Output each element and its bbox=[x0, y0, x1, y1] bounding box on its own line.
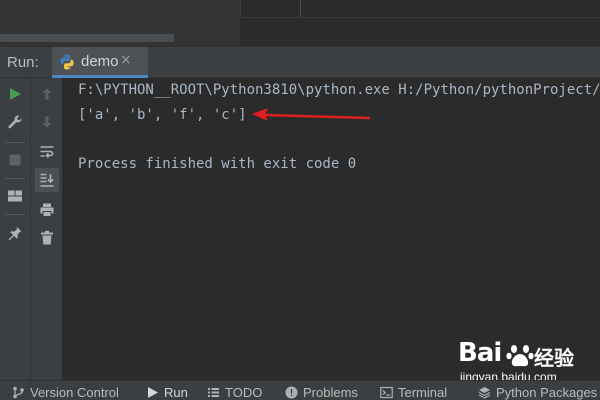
run-secondary-toolbar bbox=[31, 78, 63, 380]
console-line-command: F:\PYTHON__ROOT\Python3810\python.exe H:… bbox=[78, 82, 600, 98]
stop-button[interactable] bbox=[3, 148, 27, 172]
clear-all-button[interactable] bbox=[35, 226, 59, 250]
pin-button[interactable] bbox=[3, 221, 27, 245]
up-arrow-icon bbox=[42, 88, 52, 100]
soft-wrap-icon bbox=[40, 146, 54, 159]
tool-window-label: Problems bbox=[303, 385, 358, 400]
toolbar-separator bbox=[5, 178, 25, 179]
console-line-exit: Process finished with exit code 0 bbox=[78, 156, 357, 172]
annotation-arrow-icon bbox=[252, 108, 371, 121]
tool-window-version-control[interactable]: Version Control bbox=[12, 385, 119, 400]
warning-icon bbox=[285, 386, 298, 399]
toolbar-separator bbox=[5, 142, 25, 143]
print-icon bbox=[40, 203, 54, 217]
tool-window-label: Version Control bbox=[30, 385, 119, 400]
stop-icon bbox=[9, 154, 21, 166]
tool-window-label: Run bbox=[164, 385, 188, 400]
editor-divider bbox=[300, 0, 301, 17]
paw-icon bbox=[506, 345, 534, 367]
close-icon[interactable]: × bbox=[120, 52, 132, 68]
tool-window-python-packages[interactable]: Python Packages bbox=[478, 385, 597, 400]
toolbar-separator bbox=[5, 214, 25, 215]
bottom-tool-bar: Version Control Run TODO Problems Termin… bbox=[0, 380, 600, 400]
print-button[interactable] bbox=[35, 198, 59, 222]
rerun-button[interactable] bbox=[3, 82, 27, 106]
editor-divider bbox=[240, 17, 600, 18]
settings-button[interactable] bbox=[3, 110, 27, 134]
terminal-icon bbox=[380, 386, 393, 399]
tool-window-label: Python Packages bbox=[496, 385, 598, 400]
tool-window-todo[interactable]: TODO bbox=[207, 385, 262, 400]
run-primary-toolbar bbox=[0, 78, 31, 380]
baidu-watermark: Bai 经验 jingyan.baidu.com bbox=[442, 338, 592, 384]
soft-wrap-button[interactable] bbox=[35, 140, 59, 164]
pin-icon bbox=[8, 226, 22, 241]
tool-window-run[interactable]: Run bbox=[146, 385, 188, 400]
editor-divider bbox=[240, 0, 241, 17]
previous-occurrence-button[interactable] bbox=[35, 82, 59, 106]
editor-area bbox=[0, 0, 600, 46]
python-icon bbox=[60, 54, 74, 70]
layout-icon bbox=[8, 190, 22, 202]
tool-window-terminal[interactable]: Terminal bbox=[380, 385, 447, 400]
run-tool-window-header: Run: demo × bbox=[0, 46, 600, 78]
down-arrow-icon bbox=[42, 116, 52, 128]
console-line-output: ['a', 'b', 'f', 'c'] bbox=[78, 107, 247, 123]
watermark-cn: 经验 bbox=[534, 346, 574, 370]
horizontal-scrollbar[interactable] bbox=[0, 34, 174, 42]
tab-demo[interactable]: demo × bbox=[52, 47, 148, 78]
scroll-to-end-icon bbox=[40, 173, 54, 187]
tool-window-label: Terminal bbox=[398, 385, 448, 400]
tab-title: demo bbox=[81, 53, 119, 70]
layout-button[interactable] bbox=[3, 184, 27, 208]
tool-window-label: TODO bbox=[225, 385, 263, 400]
scroll-to-end-button[interactable] bbox=[35, 168, 59, 192]
play-icon bbox=[10, 88, 21, 100]
branch-icon bbox=[13, 386, 24, 399]
layers-icon bbox=[478, 387, 491, 399]
run-label: Run: bbox=[7, 54, 39, 71]
watermark-logo: Bai bbox=[458, 338, 502, 368]
play-icon bbox=[148, 387, 158, 398]
next-occurrence-button[interactable] bbox=[35, 110, 59, 134]
wrench-icon bbox=[8, 115, 22, 129]
trash-icon bbox=[41, 230, 53, 245]
tool-window-problems[interactable]: Problems bbox=[285, 385, 358, 400]
list-icon bbox=[208, 388, 219, 397]
